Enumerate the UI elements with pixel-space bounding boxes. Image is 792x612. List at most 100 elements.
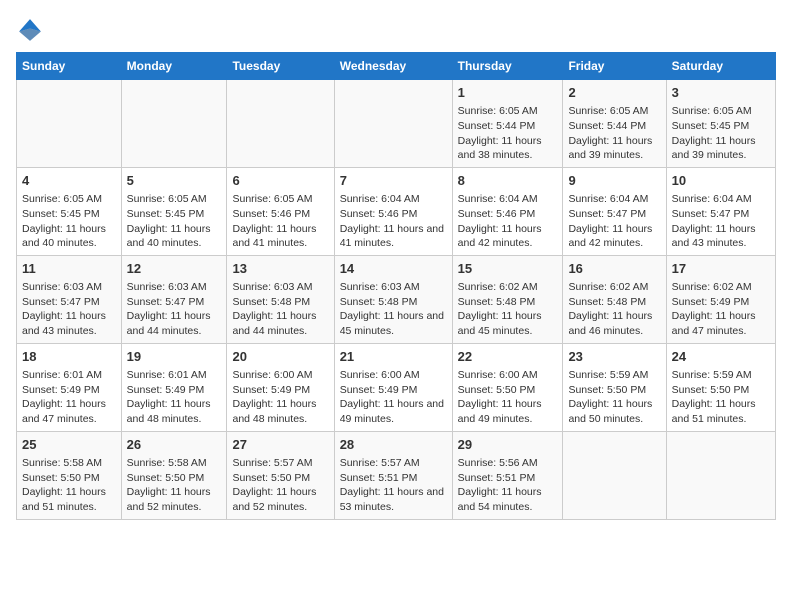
calendar-cell — [227, 80, 334, 168]
day-number: 10 — [672, 172, 770, 190]
day-number: 25 — [22, 436, 116, 454]
day-number: 2 — [568, 84, 660, 102]
calendar-cell: 11 Sunrise: 6:03 AMSunset: 5:47 PMDayligh… — [17, 255, 122, 343]
day-number: 28 — [340, 436, 447, 454]
calendar-cell: 17 Sunrise: 6:02 AMSunset: 5:49 PMDayligh… — [666, 255, 775, 343]
cell-info: Sunrise: 6:03 AMSunset: 5:47 PMDaylight:… — [127, 280, 222, 339]
calendar-cell: 16 Sunrise: 6:02 AMSunset: 5:48 PMDayligh… — [563, 255, 666, 343]
page-header — [16, 16, 776, 44]
cell-info: Sunrise: 6:01 AMSunset: 5:49 PMDaylight:… — [22, 368, 116, 427]
calendar-cell: 1Sunrise: 6:05 AMSunset: 5:44 PMDaylight… — [452, 80, 563, 168]
day-number: 19 — [127, 348, 222, 366]
calendar-week-row: 11 Sunrise: 6:03 AMSunset: 5:47 PMDayligh… — [17, 255, 776, 343]
day-number: 16 — [568, 260, 660, 278]
calendar-cell: 20 Sunrise: 6:00 AMSunset: 5:49 PMDayligh… — [227, 343, 334, 431]
cell-info: Sunrise: 6:03 AMSunset: 5:47 PMDaylight:… — [22, 280, 116, 339]
cell-info: Sunrise: 5:59 AMSunset: 5:50 PMDaylight:… — [672, 368, 770, 427]
day-number: 21 — [340, 348, 447, 366]
calendar-cell: 21 Sunrise: 6:00 AMSunset: 5:49 PMDayligh… — [334, 343, 452, 431]
calendar-cell: 26 Sunrise: 5:58 AMSunset: 5:50 PMDayligh… — [121, 431, 227, 519]
calendar-cell: 2 Sunrise: 6:05 AMSunset: 5:44 PMDaylight… — [563, 80, 666, 168]
day-number: 23 — [568, 348, 660, 366]
calendar-cell: 15 Sunrise: 6:02 AMSunset: 5:48 PMDayligh… — [452, 255, 563, 343]
day-number: 11 — [22, 260, 116, 278]
cell-info: Sunrise: 5:57 AMSunset: 5:50 PMDaylight:… — [232, 456, 328, 515]
cell-info: Sunrise: 6:01 AMSunset: 5:49 PMDaylight:… — [127, 368, 222, 427]
cell-info: Sunrise: 6:05 AMSunset: 5:44 PMDaylight:… — [458, 104, 558, 163]
calendar-cell: 12 Sunrise: 6:03 AMSunset: 5:47 PMDayligh… — [121, 255, 227, 343]
calendar-cell: 4Sunrise: 6:05 AMSunset: 5:45 PMDaylight… — [17, 167, 122, 255]
calendar-cell: 18 Sunrise: 6:01 AMSunset: 5:49 PMDayligh… — [17, 343, 122, 431]
logo — [16, 16, 48, 44]
cell-info: Sunrise: 5:58 AMSunset: 5:50 PMDaylight:… — [22, 456, 116, 515]
cell-info: Sunrise: 6:02 AMSunset: 5:48 PMDaylight:… — [568, 280, 660, 339]
cell-info: Sunrise: 6:02 AMSunset: 5:49 PMDaylight:… — [672, 280, 770, 339]
day-number: 12 — [127, 260, 222, 278]
day-number: 6 — [232, 172, 328, 190]
cell-info: Sunrise: 6:04 AMSunset: 5:47 PMDaylight:… — [672, 192, 770, 251]
header-day: Sunday — [17, 53, 122, 80]
day-number: 17 — [672, 260, 770, 278]
day-number: 26 — [127, 436, 222, 454]
calendar-cell: 23 Sunrise: 5:59 AMSunset: 5:50 PMDayligh… — [563, 343, 666, 431]
day-number: 27 — [232, 436, 328, 454]
day-number: 24 — [672, 348, 770, 366]
day-number: 8 — [458, 172, 558, 190]
calendar-cell: 9Sunrise: 6:04 AMSunset: 5:47 PMDaylight… — [563, 167, 666, 255]
calendar-cell: 3Sunrise: 6:05 AMSunset: 5:45 PMDaylight… — [666, 80, 775, 168]
day-number: 22 — [458, 348, 558, 366]
cell-info: Sunrise: 6:04 AMSunset: 5:46 PMDaylight:… — [458, 192, 558, 251]
calendar-cell — [121, 80, 227, 168]
calendar-cell: 22 Sunrise: 6:00 AMSunset: 5:50 PMDayligh… — [452, 343, 563, 431]
day-number: 4 — [22, 172, 116, 190]
cell-info: Sunrise: 6:03 AMSunset: 5:48 PMDaylight:… — [232, 280, 328, 339]
calendar-cell — [666, 431, 775, 519]
day-number: 13 — [232, 260, 328, 278]
calendar-week-row: 1Sunrise: 6:05 AMSunset: 5:44 PMDaylight… — [17, 80, 776, 168]
calendar-week-row: 18 Sunrise: 6:01 AMSunset: 5:49 PMDayligh… — [17, 343, 776, 431]
cell-info: Sunrise: 6:03 AMSunset: 5:48 PMDaylight:… — [340, 280, 447, 339]
cell-info: Sunrise: 5:58 AMSunset: 5:50 PMDaylight:… — [127, 456, 222, 515]
header-day: Saturday — [666, 53, 775, 80]
cell-info: Sunrise: 5:59 AMSunset: 5:50 PMDaylight:… — [568, 368, 660, 427]
logo-icon — [16, 16, 44, 44]
header-row: SundayMondayTuesdayWednesdayThursdayFrid… — [17, 53, 776, 80]
calendar-cell — [334, 80, 452, 168]
cell-info: Sunrise: 6:00 AMSunset: 5:49 PMDaylight:… — [340, 368, 447, 427]
header-day: Friday — [563, 53, 666, 80]
cell-info: Sunrise: 6:05 AMSunset: 5:45 PMDaylight:… — [672, 104, 770, 163]
calendar-cell: 24 Sunrise: 5:59 AMSunset: 5:50 PMDayligh… — [666, 343, 775, 431]
calendar-cell: 6 Sunrise: 6:05 AMSunset: 5:46 PMDaylight… — [227, 167, 334, 255]
calendar-cell: 27 Sunrise: 5:57 AMSunset: 5:50 PMDayligh… — [227, 431, 334, 519]
calendar-cell — [563, 431, 666, 519]
calendar-week-row: 25 Sunrise: 5:58 AMSunset: 5:50 PMDayligh… — [17, 431, 776, 519]
day-number: 9 — [568, 172, 660, 190]
header-day: Thursday — [452, 53, 563, 80]
header-day: Tuesday — [227, 53, 334, 80]
calendar-cell: 29 Sunrise: 5:56 AMSunset: 5:51 PMDayligh… — [452, 431, 563, 519]
cell-info: Sunrise: 6:05 AMSunset: 5:45 PMDaylight:… — [127, 192, 222, 251]
calendar-cell: 14 Sunrise: 6:03 AMSunset: 5:48 PMDayligh… — [334, 255, 452, 343]
day-number: 15 — [458, 260, 558, 278]
calendar-cell: 13 Sunrise: 6:03 AMSunset: 5:48 PMDayligh… — [227, 255, 334, 343]
calendar-cell: 10 Sunrise: 6:04 AMSunset: 5:47 PMDayligh… — [666, 167, 775, 255]
cell-info: Sunrise: 5:56 AMSunset: 5:51 PMDaylight:… — [458, 456, 558, 515]
cell-info: Sunrise: 6:00 AMSunset: 5:50 PMDaylight:… — [458, 368, 558, 427]
calendar-table: SundayMondayTuesdayWednesdayThursdayFrid… — [16, 52, 776, 520]
day-number: 14 — [340, 260, 447, 278]
calendar-cell: 19 Sunrise: 6:01 AMSunset: 5:49 PMDayligh… — [121, 343, 227, 431]
cell-info: Sunrise: 6:00 AMSunset: 5:49 PMDaylight:… — [232, 368, 328, 427]
day-number: 20 — [232, 348, 328, 366]
day-number: 18 — [22, 348, 116, 366]
header-day: Monday — [121, 53, 227, 80]
cell-info: Sunrise: 6:05 AMSunset: 5:46 PMDaylight:… — [232, 192, 328, 251]
calendar-cell: 7Sunrise: 6:04 AMSunset: 5:46 PMDaylight… — [334, 167, 452, 255]
cell-info: Sunrise: 6:05 AMSunset: 5:44 PMDaylight:… — [568, 104, 660, 163]
calendar-cell: 5 Sunrise: 6:05 AMSunset: 5:45 PMDaylight… — [121, 167, 227, 255]
day-number: 29 — [458, 436, 558, 454]
cell-info: Sunrise: 6:02 AMSunset: 5:48 PMDaylight:… — [458, 280, 558, 339]
header-day: Wednesday — [334, 53, 452, 80]
day-number: 5 — [127, 172, 222, 190]
calendar-cell: 28Sunrise: 5:57 AMSunset: 5:51 PMDayligh… — [334, 431, 452, 519]
calendar-cell — [17, 80, 122, 168]
